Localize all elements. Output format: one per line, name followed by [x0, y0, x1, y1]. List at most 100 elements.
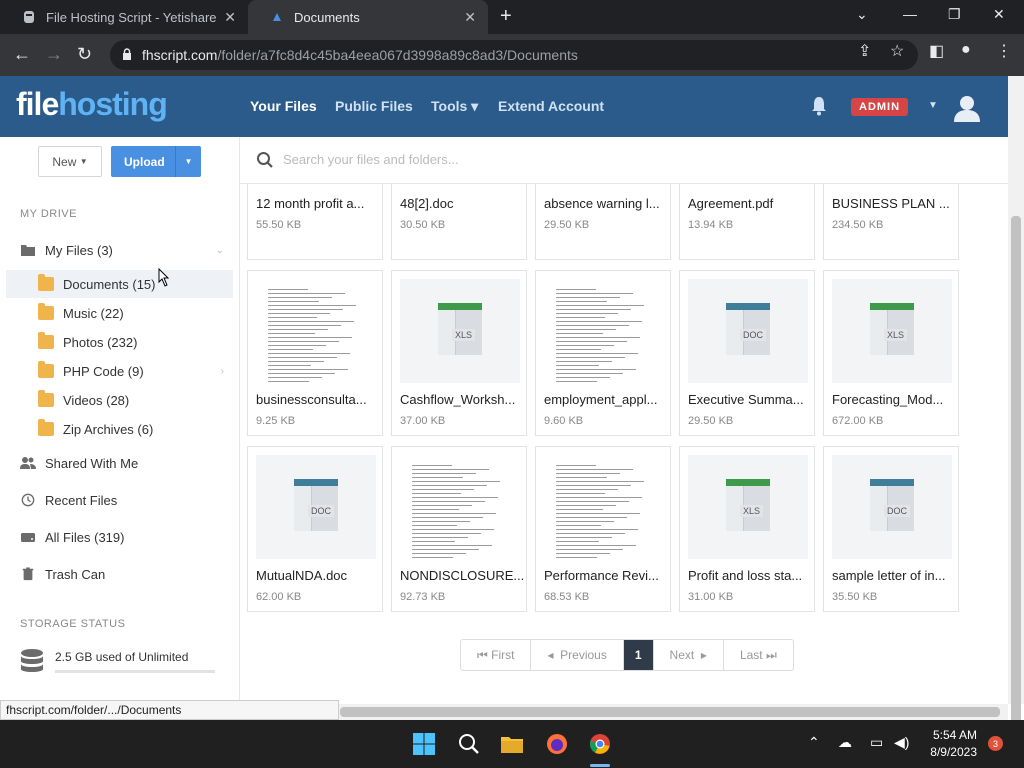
- back-icon[interactable]: ←: [13, 44, 31, 65]
- file-name[interactable]: employment_appl...: [544, 392, 657, 407]
- admin-badge[interactable]: ADMIN: [851, 98, 909, 116]
- tab-file-hosting-script[interactable]: File Hosting Script - Yetishare ✕: [0, 0, 248, 34]
- file-card[interactable]: XLS Forecasting_Mod... 672.00 KB: [823, 270, 959, 436]
- new-button[interactable]: New ▼: [38, 146, 102, 177]
- vertical-scrollbar[interactable]: [1008, 76, 1024, 756]
- firefox-icon[interactable]: [545, 732, 569, 756]
- sidebar-item-zip-archives[interactable]: Zip Archives (6): [0, 415, 240, 443]
- nav-your-files[interactable]: Your Files: [250, 98, 317, 114]
- current-page-button[interactable]: 1: [623, 640, 654, 670]
- file-card[interactable]: XLS Profit and loss sta... 31.00 KB: [679, 446, 815, 612]
- storage-usage-text: 2.5 GB used of Unlimited: [55, 650, 189, 664]
- sidebar-item-trash-can[interactable]: Trash Can: [0, 560, 240, 588]
- file-card[interactable]: businessconsulta... 9.25 KB: [247, 270, 383, 436]
- close-tab-icon[interactable]: ✕: [464, 9, 476, 26]
- share-icon[interactable]: ⇪: [858, 41, 871, 61]
- file-card[interactable]: DOC MutualNDA.doc 62.00 KB: [247, 446, 383, 612]
- nav-tools[interactable]: Tools ▾: [431, 98, 478, 115]
- file-name[interactable]: MutualNDA.doc: [256, 568, 347, 583]
- new-tab-icon[interactable]: +: [500, 5, 512, 28]
- file-name[interactable]: Cashflow_Worksh...: [400, 392, 515, 407]
- user-avatar-icon[interactable]: [952, 92, 982, 122]
- clock-icon: [21, 493, 35, 507]
- side-panel-icon[interactable]: ◧: [929, 41, 944, 61]
- volume-icon[interactable]: ◀): [894, 734, 909, 751]
- sidebar-item-all-files[interactable]: All Files (319): [0, 523, 240, 551]
- file-card[interactable]: BUSINESS PLAN ... 234.50 KB: [823, 184, 959, 260]
- restore-icon[interactable]: ❐: [948, 6, 961, 23]
- scroll-thumb[interactable]: [340, 707, 1000, 717]
- file-name[interactable]: Profit and loss sta...: [688, 568, 802, 583]
- search-icon[interactable]: [457, 732, 481, 756]
- account-dropdown-icon[interactable]: ▼: [928, 100, 938, 111]
- file-name[interactable]: Agreement.pdf: [688, 196, 773, 211]
- sidebar-item-my-files[interactable]: My Files (3) ⌄: [0, 236, 240, 264]
- last-page-button[interactable]: Last ⏭: [724, 640, 793, 670]
- sidebar-item-recent-files[interactable]: Recent Files: [0, 486, 240, 514]
- sidebar-item-php-code[interactable]: PHP Code (9) ›: [0, 357, 240, 385]
- scroll-thumb[interactable]: [1011, 216, 1021, 756]
- sidebar-item-photos[interactable]: Photos (232): [0, 328, 240, 356]
- filehosting-logo[interactable]: filehosting: [16, 86, 168, 123]
- folder-icon: [38, 303, 54, 320]
- file-card[interactable]: XLS Cashflow_Worksh... 37.00 KB: [391, 270, 527, 436]
- first-page-button[interactable]: ⏮ First: [461, 640, 532, 670]
- cloud-sync-icon[interactable]: ☁: [838, 734, 852, 751]
- tab-search-icon[interactable]: ⌄: [856, 6, 868, 23]
- search-input[interactable]: Search your files and folders...: [283, 152, 459, 167]
- upload-button[interactable]: Upload ▼: [111, 146, 201, 177]
- url-field[interactable]: fhscript.com/folder/a7fc8d4c45ba4eea067d…: [110, 40, 918, 70]
- file-card[interactable]: 12 month profit a... 55.50 KB: [247, 184, 383, 260]
- file-explorer-icon[interactable]: [500, 732, 524, 756]
- file-name[interactable]: Forecasting_Mod...: [832, 392, 943, 407]
- file-size: 13.94 KB: [688, 219, 734, 231]
- sidebar-item-videos[interactable]: Videos (28): [0, 386, 240, 414]
- reload-icon[interactable]: ↻: [77, 44, 92, 65]
- close-tab-icon[interactable]: ✕: [224, 9, 236, 26]
- bookmark-star-icon[interactable]: ☆: [890, 41, 904, 61]
- file-name[interactable]: absence warning l...: [544, 196, 660, 211]
- sidebar-item-documents[interactable]: Documents (15): [6, 270, 233, 298]
- file-card[interactable]: DOC Executive Summa... 29.50 KB: [679, 270, 815, 436]
- file-name[interactable]: businessconsulta...: [256, 392, 367, 407]
- file-card[interactable]: DOC sample letter of in... 35.50 KB: [823, 446, 959, 612]
- file-name[interactable]: Performance Revi...: [544, 568, 659, 583]
- file-card[interactable]: Performance Revi... 68.53 KB: [535, 446, 671, 612]
- chrome-icon[interactable]: [588, 732, 612, 756]
- windows-start-icon[interactable]: [412, 732, 436, 756]
- browser-menu-icon[interactable]: ⋮: [996, 41, 1012, 61]
- notifications-bell-icon[interactable]: [810, 96, 828, 116]
- file-name[interactable]: 48[2].doc: [400, 196, 454, 211]
- file-name[interactable]: 12 month profit a...: [256, 196, 364, 211]
- forward-icon[interactable]: →: [45, 44, 63, 65]
- chevron-down-icon[interactable]: ⌄: [216, 245, 224, 256]
- network-icon[interactable]: ▭: [870, 734, 883, 751]
- file-card[interactable]: NONDISCLOSURE... 92.73 KB: [391, 446, 527, 612]
- file-card[interactable]: 48[2].doc 30.50 KB: [391, 184, 527, 260]
- nav-extend-account[interactable]: Extend Account: [498, 98, 604, 114]
- file-name[interactable]: NONDISCLOSURE...: [400, 568, 524, 583]
- url-path: /folder/a7fc8d4c45ba4eea067d3998a89c8ad3…: [217, 47, 578, 63]
- file-name[interactable]: BUSINESS PLAN ...: [832, 196, 950, 211]
- file-size: 30.50 KB: [400, 219, 446, 231]
- system-clock[interactable]: 5:54 AM 8/9/2023: [925, 727, 977, 761]
- minimize-icon[interactable]: —: [903, 6, 917, 22]
- notification-count-badge[interactable]: 3: [988, 736, 1003, 751]
- file-card[interactable]: Agreement.pdf 13.94 KB: [679, 184, 815, 260]
- file-size: 92.73 KB: [400, 591, 446, 603]
- chevron-right-icon[interactable]: ›: [221, 366, 224, 377]
- show-hidden-icons-icon[interactable]: ⌃: [808, 734, 820, 751]
- file-name[interactable]: sample letter of in...: [832, 568, 945, 583]
- sidebar-item-shared-with-me[interactable]: Shared With Me: [0, 449, 240, 477]
- profile-icon[interactable]: ●: [961, 41, 971, 59]
- tab-documents[interactable]: Documents ✕: [248, 0, 488, 34]
- next-page-button[interactable]: Next ▸: [654, 640, 724, 670]
- upload-dropdown-icon[interactable]: ▼: [175, 146, 201, 177]
- nav-public-files[interactable]: Public Files: [335, 98, 413, 114]
- file-name[interactable]: Executive Summa...: [688, 392, 804, 407]
- close-window-icon[interactable]: ✕: [993, 6, 1005, 23]
- sidebar-item-music[interactable]: Music (22): [0, 299, 240, 327]
- previous-page-button[interactable]: ◂ Previous: [531, 640, 624, 670]
- file-card[interactable]: employment_appl... 9.60 KB: [535, 270, 671, 436]
- file-card[interactable]: absence warning l... 29.50 KB: [535, 184, 671, 260]
